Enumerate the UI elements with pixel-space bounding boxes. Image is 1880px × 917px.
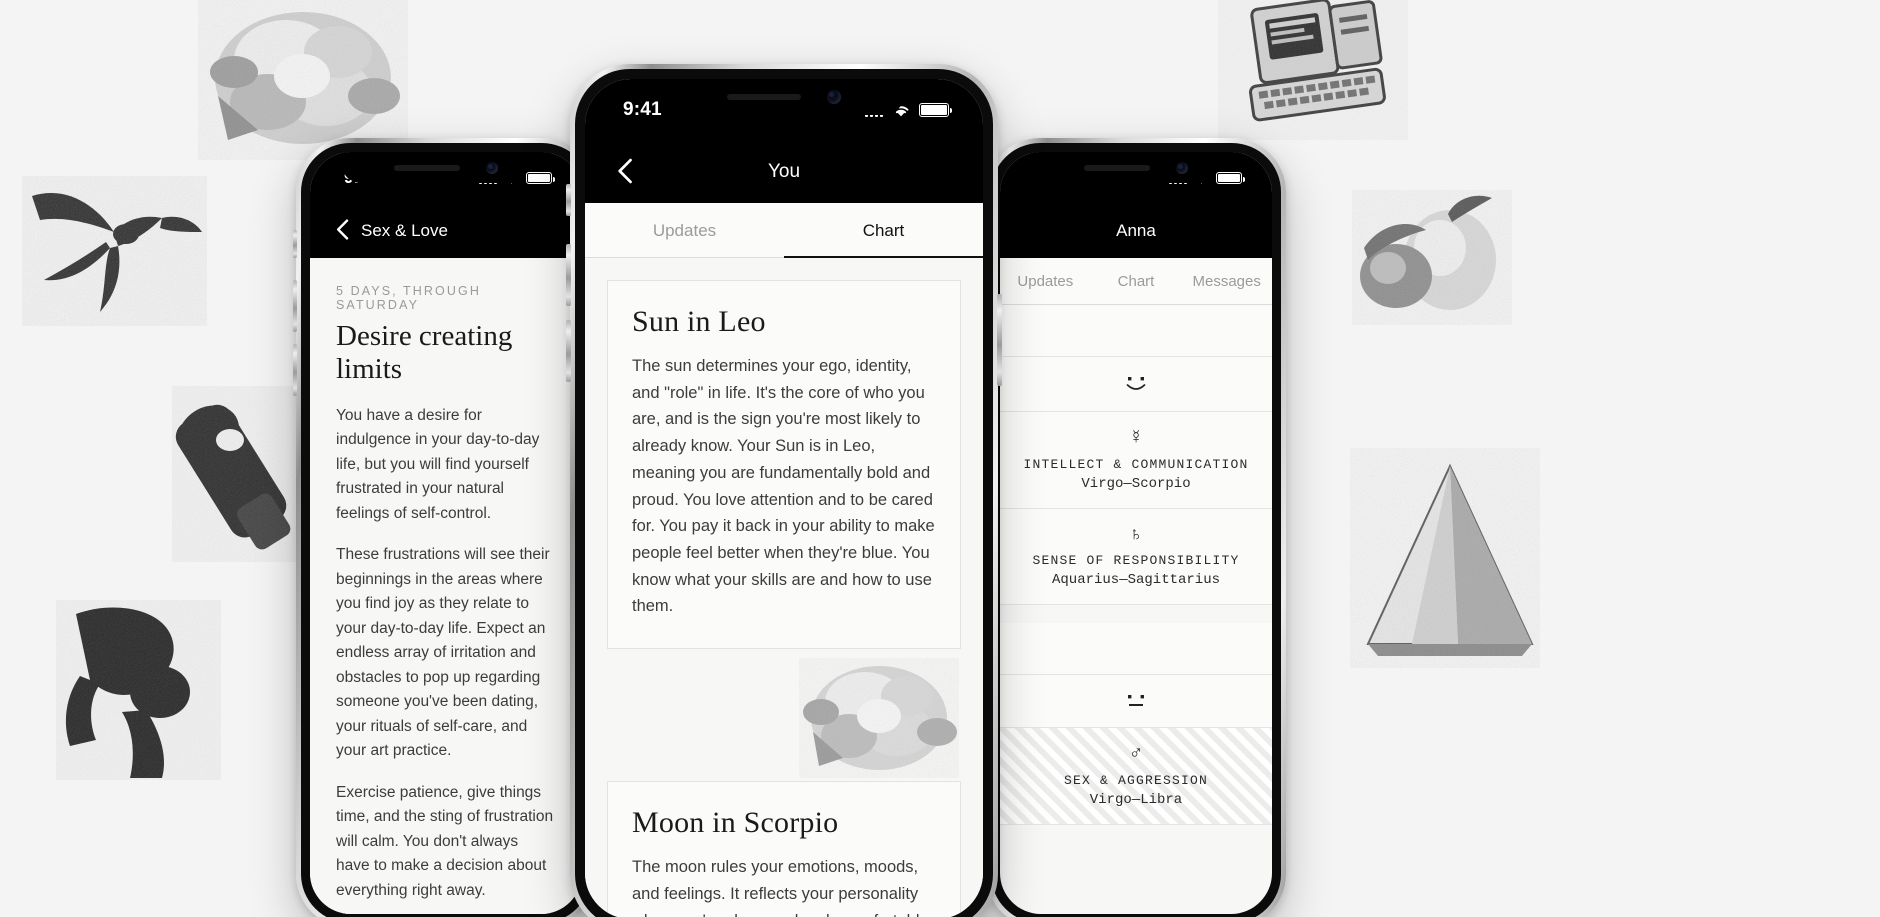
neutral-face-icon bbox=[1128, 695, 1144, 707]
notch-center bbox=[664, 79, 904, 115]
speaker-grille-icon bbox=[394, 164, 460, 171]
article-paragraph-3: Exercise patience, give things time, and… bbox=[336, 783, 554, 899]
front-camera-icon bbox=[1176, 161, 1188, 174]
peony-flower-illustration bbox=[198, 0, 408, 160]
aspect-signs: Aquarius—Sagittarius bbox=[1051, 572, 1221, 589]
tab-updates-center[interactable]: Updates bbox=[585, 203, 784, 257]
saturn-symbol-icon: ♄ bbox=[1128, 523, 1144, 545]
vintage-computer-illustration bbox=[1218, 0, 1408, 140]
mute-switch-left[interactable] bbox=[293, 230, 297, 258]
volume-down-left[interactable] bbox=[293, 344, 297, 396]
list-row[interactable] bbox=[1000, 623, 1272, 676]
aspect-signs: Virgo—Scorpio bbox=[1081, 475, 1191, 492]
list-row-mercury[interactable]: ☿ INTELLECT & COMMUNICATION Virgo—Scorpi… bbox=[1000, 412, 1272, 509]
card-title: Moon in Scorpio bbox=[632, 806, 839, 840]
nav-title-left: Sex & Love bbox=[361, 221, 448, 240]
notch-left bbox=[341, 152, 551, 183]
card-body: The sun determines your ego, identity, a… bbox=[632, 357, 935, 616]
nav-bar-left: Sex & Love bbox=[310, 204, 582, 258]
battery-full-icon bbox=[1216, 172, 1245, 184]
front-camera-icon bbox=[486, 161, 498, 174]
chart-card-sun[interactable]: Sun in Leo The sun determines your ego, … bbox=[607, 280, 961, 650]
tab-bar-center[interactable]: Updates Chart bbox=[585, 203, 983, 258]
content-center: Sun in Leo The sun determines your ego, … bbox=[585, 258, 983, 917]
volume-up-left[interactable] bbox=[293, 280, 297, 332]
tab-chart-center[interactable]: Chart bbox=[784, 203, 983, 258]
list-row-mars[interactable]: ♂ SEX & AGGRESSION Virgo—Libra bbox=[1000, 728, 1272, 826]
list-row[interactable] bbox=[1000, 305, 1272, 357]
bending-figure-illustration bbox=[56, 600, 221, 780]
aspect-signs: Virgo—Libra bbox=[1089, 792, 1183, 809]
article-paragraph-2: These frustrations will see their beginn… bbox=[336, 546, 550, 760]
smiling-face-icon bbox=[1126, 377, 1146, 390]
chart-card-moon[interactable]: Moon in Scorpio The moon rules your emot… bbox=[607, 781, 961, 917]
volume-up-center[interactable] bbox=[566, 244, 571, 306]
tab-chart-right[interactable]: Chart bbox=[1091, 258, 1182, 304]
phone-left: 9:41 Sex & Love bbox=[293, 138, 599, 917]
chevron-left-icon bbox=[337, 219, 349, 240]
peony-flower-illustration bbox=[799, 658, 959, 778]
content-left: 5 DAYS, THROUGH SATURDAY Desire creating… bbox=[310, 258, 582, 914]
status-bar-center: 9:41 bbox=[585, 79, 983, 141]
nav-title-right: Anna bbox=[1116, 221, 1156, 240]
aspect-list-right: ☿ INTELLECT & COMMUNICATION Virgo—Scorpi… bbox=[1000, 305, 1272, 826]
flying-bird-illustration bbox=[22, 176, 207, 326]
list-section-gap bbox=[1000, 605, 1272, 624]
aspect-category: SENSE OF RESPONSIBILITY bbox=[1032, 553, 1240, 569]
mars-symbol-icon: ♂ bbox=[1128, 743, 1144, 765]
screen-left: 9:41 Sex & Love bbox=[310, 152, 582, 914]
article-eyebrow: 5 DAYS, THROUGH SATURDAY bbox=[336, 284, 481, 312]
battery-full-icon bbox=[526, 172, 555, 184]
card-title: Sun in Leo bbox=[632, 305, 766, 338]
status-bar-left: 9:41 bbox=[310, 152, 582, 204]
nav-title-center: You bbox=[767, 161, 801, 182]
speaker-grille-icon bbox=[727, 94, 801, 100]
aspect-category: SEX & AGGRESSION bbox=[1063, 773, 1209, 789]
speaker-grille-icon bbox=[1084, 164, 1150, 171]
back-button-left[interactable] bbox=[330, 219, 357, 243]
nav-bar-center: You bbox=[585, 141, 983, 203]
screen-center: 9:41 You Updates Chart Sun in Leo The su… bbox=[585, 79, 983, 917]
notch-right bbox=[1031, 152, 1241, 183]
tab-messages-right[interactable]: Messages bbox=[1181, 258, 1272, 304]
pear-fruit-illustration bbox=[1352, 190, 1512, 325]
list-row-neutral-face[interactable] bbox=[1000, 675, 1272, 729]
article-title: Desire creating limits bbox=[336, 320, 513, 385]
article-left: 5 DAYS, THROUGH SATURDAY Desire creating… bbox=[310, 258, 582, 903]
list-row-saturn[interactable]: ♄ SENSE OF RESPONSIBILITY Aquarius—Sagit… bbox=[1000, 509, 1272, 606]
front-camera-icon bbox=[827, 90, 841, 104]
article-paragraph-1: You have a desire for indulgence in your… bbox=[336, 407, 540, 522]
power-button-center[interactable] bbox=[997, 294, 1002, 386]
mercury-symbol-icon: ☿ bbox=[1128, 427, 1144, 448]
mute-switch-center[interactable] bbox=[566, 184, 571, 216]
status-bar-right bbox=[1000, 152, 1272, 204]
volume-down-center[interactable] bbox=[566, 320, 571, 382]
phone-right: Anna Updates Chart Messages ☿ INTELLECT … bbox=[983, 138, 1286, 917]
list-row-smiling-face[interactable] bbox=[1000, 357, 1272, 412]
collage-canvas: Anna Updates Chart Messages ☿ INTELLECT … bbox=[0, 0, 1880, 917]
pyramid-illustration bbox=[1350, 448, 1540, 668]
screen-right: Anna Updates Chart Messages ☿ INTELLECT … bbox=[1000, 152, 1272, 914]
battery-full-icon bbox=[919, 103, 952, 117]
phone-center: 9:41 You Updates Chart Sun in Leo The su… bbox=[566, 64, 1002, 917]
card-body: The moon rules your emotions, moods, and… bbox=[632, 858, 933, 917]
tab-updates-right[interactable]: Updates bbox=[1000, 258, 1091, 304]
tab-bar-right[interactable]: Updates Chart Messages bbox=[1000, 258, 1272, 305]
status-time-center: 9:41 bbox=[623, 99, 662, 120]
aspect-category: INTELLECT & COMMUNICATION bbox=[1023, 456, 1249, 472]
nav-bar-right: Anna bbox=[1000, 204, 1272, 258]
hand-illustration bbox=[172, 386, 297, 562]
